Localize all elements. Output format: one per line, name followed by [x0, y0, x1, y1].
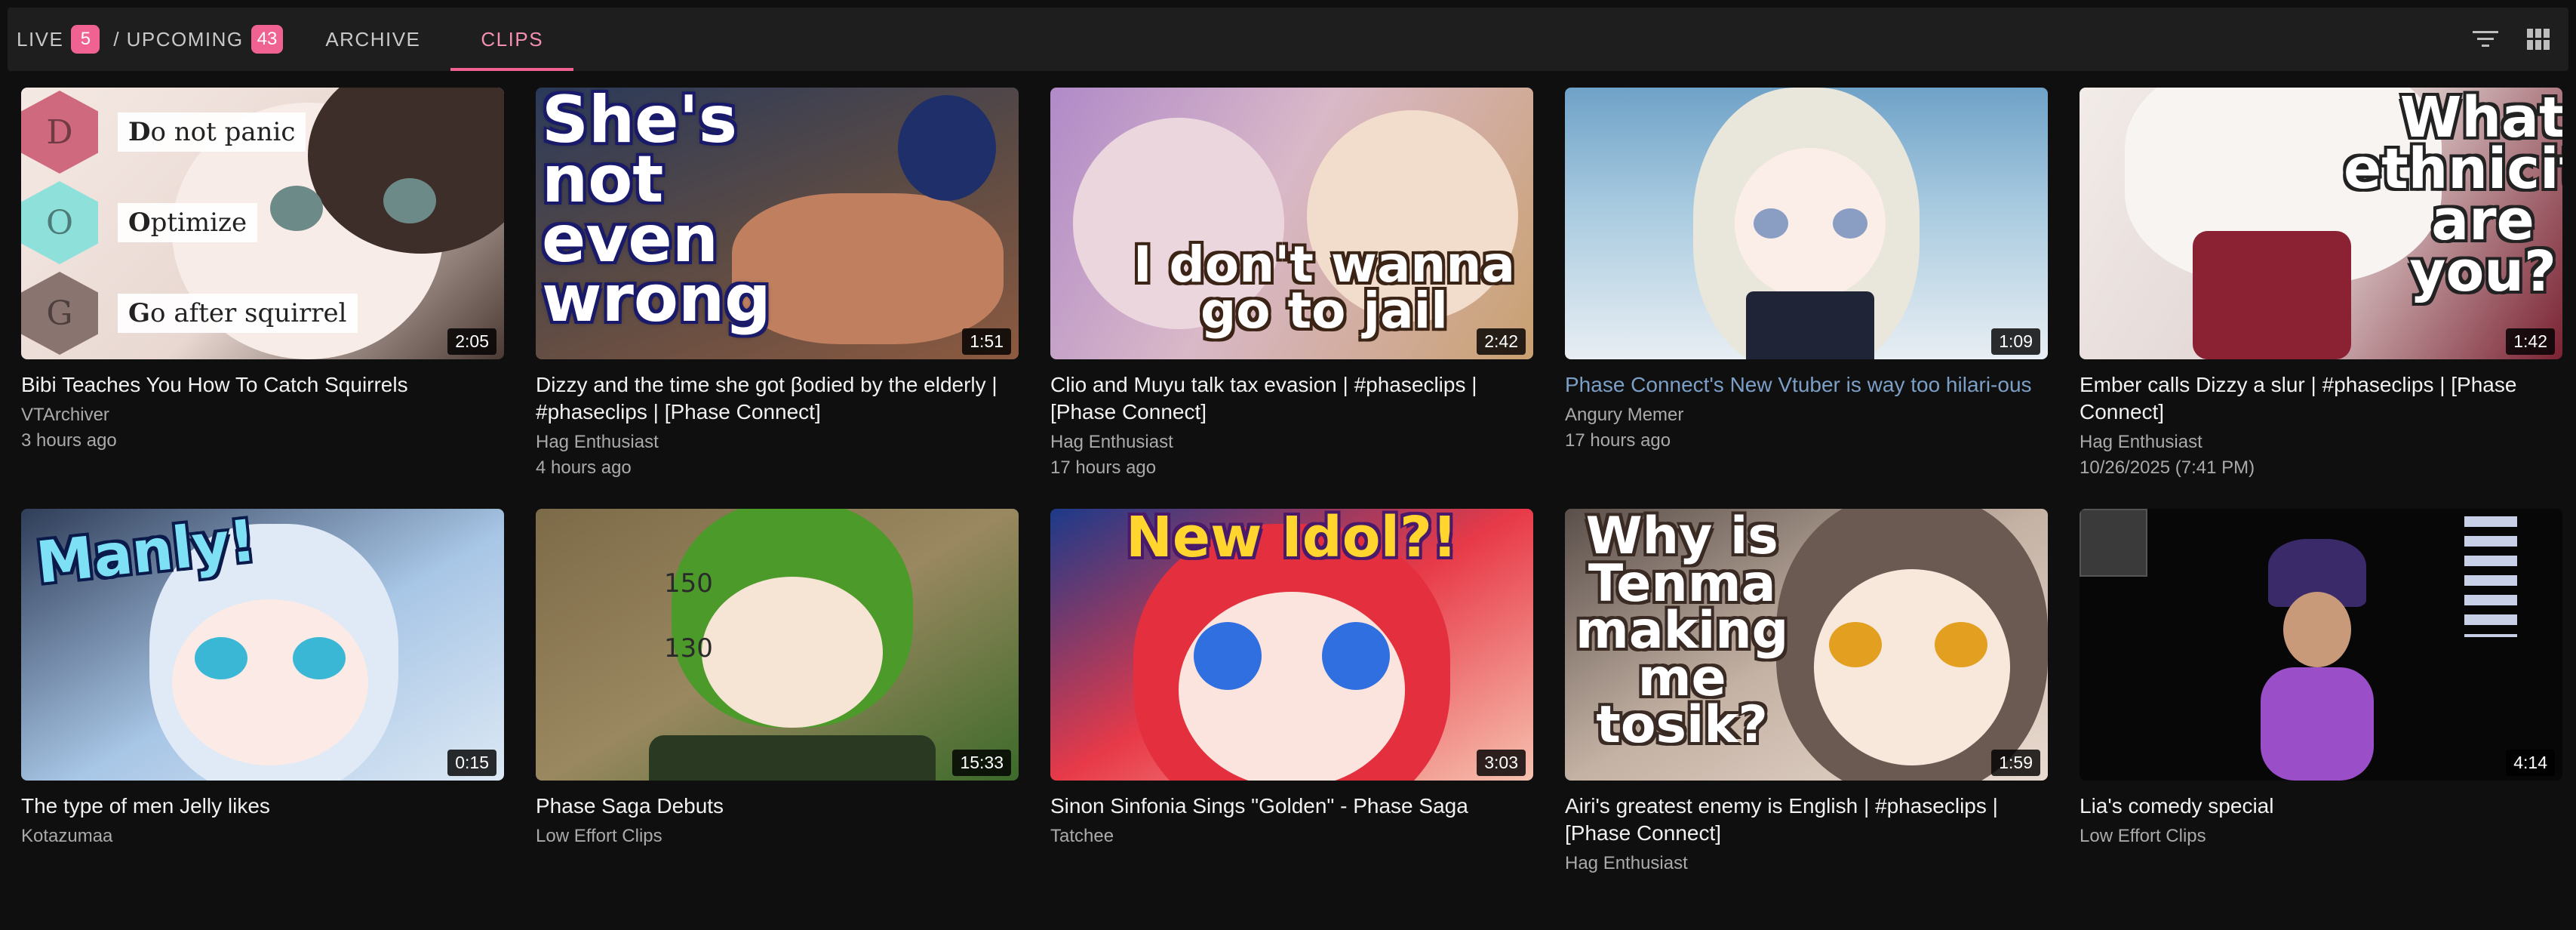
channel-name[interactable]: Hag Enthusiast	[2080, 432, 2562, 453]
video-title[interactable]: Lia's comedy special	[2080, 793, 2562, 820]
tab-upcoming-label: UPCOMING	[126, 27, 244, 51]
duration-badge: 2:42	[1477, 328, 1526, 355]
duration-badge: 1:51	[962, 328, 1011, 355]
video-card[interactable]: New Idol?! 3:03 Sinon Sinfonia Sings "Go…	[1050, 509, 1533, 930]
tab-live-label: LIVE	[17, 27, 64, 51]
hex-o: O	[21, 181, 98, 264]
ruler-label: 130	[664, 633, 713, 664]
video-card[interactable]: She's not even wrong 1:51 Dizzy and the …	[536, 88, 1019, 509]
channel-name[interactable]: Low Effort Clips	[2080, 826, 2562, 847]
overlay-line: you?	[2409, 239, 2556, 305]
video-title[interactable]: Bibi Teaches You How To Catch Squirrels	[21, 371, 504, 399]
video-thumbnail[interactable]: 150 130 15:33	[536, 509, 1019, 781]
overlay-line: go to jail	[1200, 281, 1448, 340]
channel-name[interactable]: Hag Enthusiast	[536, 432, 1019, 453]
video-title[interactable]: Phase Saga Debuts	[536, 793, 1019, 820]
video-thumbnail[interactable]: Manly! 0:15	[21, 509, 504, 781]
channel-name[interactable]: Tatchee	[1050, 826, 1533, 847]
live-count-badge: 5	[71, 25, 100, 54]
channel-name[interactable]: Low Effort Clips	[536, 826, 1019, 847]
dog-text-g: Go after squirrel	[118, 294, 358, 333]
overlay-line: What	[2399, 88, 2562, 150]
inset-window	[2080, 509, 2147, 577]
overlay-line: are	[2431, 188, 2535, 254]
upload-time: 17 hours ago	[1565, 430, 1671, 451]
chat-column	[2464, 516, 2517, 637]
tab-bar: LIVE 5 / UPCOMING 43 ARCHIVE CLIPS	[8, 8, 2568, 71]
video-card[interactable]: 4:14 Lia's comedy special Low Effort Cli…	[2080, 509, 2562, 930]
upload-time: 17 hours ago	[1050, 457, 1157, 478]
dog-row-o: O Optimize	[21, 181, 258, 264]
dog-row-d: D Do not panic	[21, 91, 306, 174]
channel-name[interactable]: Hag Enthusiast	[1565, 853, 2048, 874]
video-title[interactable]: Phase Connect's New Vtuber is way too hi…	[1565, 371, 2048, 399]
video-grid: D Do not panic O Optimize G Go after squ…	[21, 88, 2564, 930]
video-thumbnail[interactable]: She's not even wrong 1:51	[536, 88, 1019, 359]
duration-badge: 4:14	[2506, 750, 2555, 776]
channel-name[interactable]: Angury Memer	[1565, 405, 2048, 426]
channel-name[interactable]: Kotazumaa	[21, 826, 504, 847]
duration-badge: 15:33	[952, 750, 1011, 776]
dog-text-d: Do not panic	[118, 112, 306, 152]
duration-badge: 3:03	[1477, 750, 1526, 776]
tab-clips-label: CLIPS	[481, 27, 544, 51]
hex-g: G	[21, 272, 98, 355]
duration-badge: 1:09	[1991, 328, 2040, 355]
upload-time: 10/26/2025 (7:41 PM)	[2080, 457, 2255, 478]
dog-text-o: Optimize	[118, 203, 258, 242]
video-thumbnail[interactable]: New Idol?! 3:03	[1050, 509, 1533, 781]
ruler-label: 150	[664, 568, 713, 599]
video-card[interactable]: Manly! 0:15 The type of men Jelly likes …	[21, 509, 504, 930]
tab-upcoming[interactable]: UPCOMING 43	[127, 8, 296, 71]
video-card[interactable]: 150 130 15:33 Phase Saga Debuts Low Effo…	[536, 509, 1019, 930]
overlay-line: ethnicity	[2344, 137, 2562, 202]
video-thumbnail[interactable]: What ethnicity are you? 1:42	[2080, 88, 2562, 359]
tab-live[interactable]: LIVE 5	[8, 8, 113, 71]
channel-name[interactable]: Hag Enthusiast	[1050, 432, 1533, 453]
tab-archive-label: ARCHIVE	[325, 27, 421, 51]
video-card[interactable]: I don't wanna go to jail 2:42 Clio and M…	[1050, 88, 1533, 509]
overlay-line: tosik?	[1596, 695, 1769, 756]
video-card[interactable]: D Do not panic O Optimize G Go after squ…	[21, 88, 504, 509]
video-thumbnail[interactable]: D Do not panic O Optimize G Go after squ…	[21, 88, 504, 359]
video-card[interactable]: Why is Tenma making me tosik? 1:59 Airi'…	[1565, 509, 2048, 930]
video-title[interactable]: Sinon Sinfonia Sings "Golden" - Phase Sa…	[1050, 793, 1533, 820]
video-thumbnail[interactable]: Why is Tenma making me tosik? 1:59	[1565, 509, 2048, 781]
video-thumbnail[interactable]: I don't wanna go to jail 2:42	[1050, 88, 1533, 359]
video-title[interactable]: Ember calls Dizzy a slur | #phaseclips |…	[2080, 371, 2562, 426]
upload-time: 4 hours ago	[536, 457, 632, 478]
filter-icon[interactable]	[2463, 17, 2508, 62]
channel-name[interactable]: VTArchiver	[21, 405, 504, 426]
tab-clips[interactable]: CLIPS	[450, 8, 573, 71]
dog-row-g: G Go after squirrel	[21, 272, 358, 355]
duration-badge: 1:59	[1991, 750, 2040, 776]
tab-archive[interactable]: ARCHIVE	[295, 8, 450, 71]
video-title[interactable]: Dizzy and the time she got βodied by the…	[536, 371, 1019, 426]
video-title[interactable]: Airi's greatest enemy is English | #phas…	[1565, 793, 2048, 847]
video-title[interactable]: Clio and Muyu talk tax evasion | #phasec…	[1050, 371, 1533, 426]
upcoming-count-badge: 43	[251, 25, 284, 54]
duration-badge: 1:42	[2506, 328, 2555, 355]
video-thumbnail[interactable]: 1:09	[1565, 88, 2048, 359]
video-title[interactable]: The type of men Jelly likes	[21, 793, 504, 820]
duration-badge: 0:15	[447, 750, 496, 776]
video-thumbnail[interactable]: 4:14	[2080, 509, 2562, 781]
overlay-line: wrong	[542, 261, 771, 337]
duration-badge: 2:05	[447, 328, 496, 355]
grid-view-icon[interactable]	[2516, 17, 2561, 62]
hex-d: D	[21, 91, 98, 174]
video-card[interactable]: 1:09 Phase Connect's New Vtuber is way t…	[1565, 88, 2048, 509]
upload-time: 3 hours ago	[21, 430, 117, 451]
overlay-line: New Idol?!	[1126, 509, 1458, 570]
tab-separator: /	[113, 27, 119, 51]
video-card[interactable]: What ethnicity are you? 1:42 Ember calls…	[2080, 88, 2562, 509]
